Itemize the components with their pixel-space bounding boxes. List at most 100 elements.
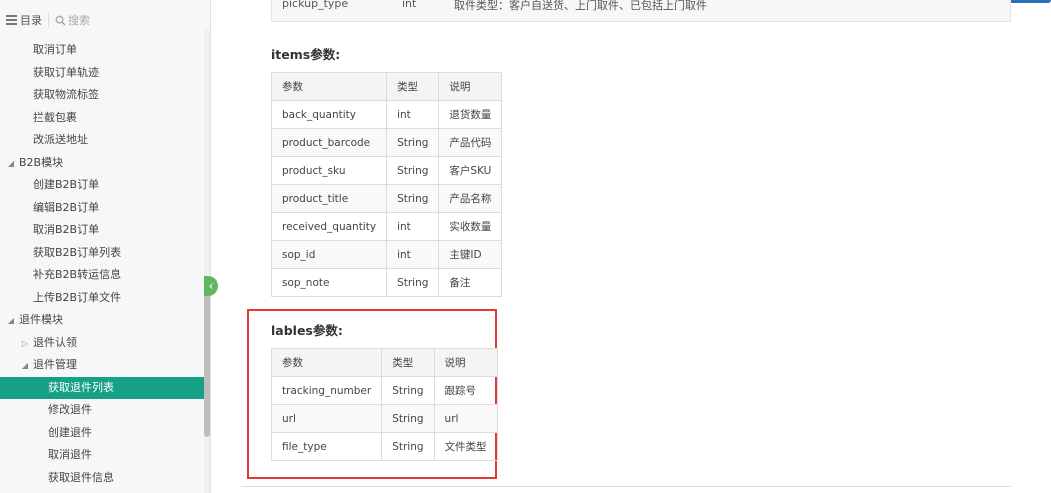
- tab-toc[interactable]: 目录: [6, 12, 42, 28]
- sidebar-item-label: 退件管理: [33, 358, 77, 371]
- toc-label: 目录: [20, 14, 42, 27]
- sidebar-item-label: 获取退件列表: [48, 380, 114, 394]
- table-row: sop_note String 备注: [270, 268, 503, 297]
- sidebar-item-label: B2B模块: [19, 155, 64, 169]
- table-cell: tracking_number: [270, 376, 383, 405]
- table-cell: url: [270, 404, 383, 433]
- sidebar-item[interactable]: 取消退件: [0, 444, 204, 466]
- caret-right-icon[interactable]: ▷: [20, 333, 30, 355]
- table-cell: product_sku: [270, 156, 388, 185]
- sidebar-item[interactable]: 获取订单轨迹: [0, 62, 204, 84]
- sidebar-item[interactable]: 获取B2B订单列表: [0, 242, 204, 264]
- table-cell: 退货数量: [438, 100, 503, 129]
- table-row: url String url: [270, 404, 498, 433]
- lables-section-title: lables参数:: [271, 323, 343, 338]
- sidebar-item-label: 取消订单: [33, 43, 77, 56]
- table-row: product_barcode String 产品代码: [270, 128, 503, 157]
- column-header: 类型: [381, 348, 435, 377]
- table-cell: pickup_type: [282, 0, 349, 10]
- search-input[interactable]: 搜索: [55, 12, 90, 28]
- table-row: file_type String 文件类型: [270, 432, 498, 461]
- divider: [48, 13, 49, 27]
- menu-icon: [6, 13, 17, 27]
- table-cell: 取件类型：客户自送货、上门取件、已包括上门取件: [454, 0, 707, 12]
- table-cell: sop_id: [270, 240, 388, 269]
- table-cell: sop_note: [270, 268, 388, 297]
- table-cell: 文件类型: [433, 432, 498, 461]
- items-section-title: items参数:: [271, 47, 341, 62]
- column-header: 参数: [270, 348, 383, 377]
- table-cell: String: [386, 184, 440, 213]
- sidebar-item[interactable]: ▷ 退件认领: [0, 332, 204, 354]
- sidebar-item-label: 编辑B2B订单: [33, 200, 100, 214]
- column-header: 类型: [386, 72, 440, 101]
- sidebar-header: 目录 搜索: [0, 9, 205, 31]
- sidebar-item[interactable]: 取消B2B订单: [0, 219, 204, 241]
- sidebar-item[interactable]: 上传B2B订单文件: [0, 287, 204, 309]
- table-cell: String: [381, 432, 435, 461]
- items-params-table: 参数 类型 说明 back_quantity int 退货数量 product_bar…: [270, 72, 503, 297]
- table-cell: 主键ID: [438, 240, 503, 269]
- table-cell: product_title: [270, 184, 388, 213]
- sidebar-item[interactable]: 获取退件列表: [0, 376, 204, 399]
- table-cell: back_quantity: [270, 100, 388, 129]
- caret-down-icon[interactable]: ◢: [6, 153, 16, 175]
- sidebar-item-label: 改派送地址: [33, 133, 88, 146]
- sidebar-item-label: 取消退件: [48, 448, 92, 461]
- sidebar-item-label: 获取订单轨迹: [33, 65, 99, 79]
- divider: [241, 486, 1011, 487]
- table-row: received_quantity int 实收数量: [270, 212, 503, 241]
- table-cell: 产品名称: [438, 184, 503, 213]
- sidebar-item[interactable]: 改派送地址: [0, 129, 204, 151]
- table-cell: 客户SKU: [438, 156, 503, 185]
- table-row: back_quantity int 退货数量: [270, 100, 503, 129]
- table-cell: String: [381, 404, 435, 433]
- table-cell: 产品代码: [438, 128, 503, 157]
- sidebar-item[interactable]: ◢ B2B模块: [0, 152, 204, 174]
- table-row: product_title String 产品名称: [270, 184, 503, 213]
- table-cell: int: [402, 0, 417, 10]
- sidebar-item-label: 退件模块: [19, 313, 63, 326]
- sidebar-item-label: 获取B2B订单列表: [33, 245, 122, 259]
- sidebar-item[interactable]: 获取退件信息: [0, 467, 204, 489]
- table-cell: String: [381, 376, 435, 405]
- table-cell: int: [386, 240, 440, 269]
- search-icon: [55, 15, 66, 26]
- column-header: 说明: [433, 348, 498, 377]
- sidebar-item-label: 拦截包裹: [33, 110, 77, 124]
- table-cell: String: [386, 156, 440, 185]
- table-cell: 备注: [438, 268, 503, 297]
- sidebar-item-label: 获取物流标签: [33, 88, 99, 101]
- sidebar-item[interactable]: 编辑B2B订单: [0, 197, 204, 219]
- column-header: 参数: [270, 72, 388, 101]
- sidebar-item[interactable]: 取消订单: [0, 39, 204, 61]
- table-cell: url: [433, 404, 498, 433]
- previous-table-row: pickup_type int 取件类型：客户自送货、上门取件、已包括上门取件: [271, 0, 1011, 22]
- sidebar-item[interactable]: ◢ 退件模块: [0, 309, 204, 331]
- sidebar-item[interactable]: 获取物流标签: [0, 84, 204, 106]
- table-cell: file_type: [270, 432, 383, 461]
- table-cell: product_barcode: [270, 128, 388, 157]
- table-row: tracking_number String 跟踪号: [270, 376, 498, 405]
- main-content: pickup_type int 取件类型：客户自送货、上门取件、已包括上门取件 …: [211, 0, 1051, 493]
- sidebar-item-label: 补充B2B转运信息: [33, 268, 122, 281]
- table-cell: int: [386, 212, 440, 241]
- sidebar-item[interactable]: 创建退件: [0, 422, 204, 444]
- table-row: product_sku String 客户SKU: [270, 156, 503, 185]
- toolbar-button[interactable]: [1009, 0, 1051, 3]
- sidebar-item-label: 修改退件: [48, 403, 92, 416]
- sidebar-item[interactable]: ◢ 退件管理: [0, 354, 204, 376]
- sidebar: 目录 搜索 取消订单 获取订单轨迹 获取物流标签 拦截包裹 改派送地址 ◢ B2B模块 创建B…: [0, 0, 211, 493]
- sidebar-item-label: 创建B2B订单: [33, 178, 100, 191]
- caret-down-icon[interactable]: ◢: [20, 355, 30, 377]
- sidebar-item[interactable]: 拦截包裹: [0, 107, 204, 129]
- table-cell: String: [386, 268, 440, 297]
- sidebar-item[interactable]: 补充B2B转运信息: [0, 264, 204, 286]
- table-cell: int: [386, 100, 440, 129]
- table-cell: received_quantity: [270, 212, 388, 241]
- sidebar-item[interactable]: 创建B2B订单: [0, 174, 204, 196]
- caret-down-icon[interactable]: ◢: [6, 310, 16, 332]
- table-cell: String: [386, 128, 440, 157]
- sidebar-item[interactable]: 修改退件: [0, 399, 204, 421]
- sidebar-scrollbar-thumb[interactable]: [204, 282, 210, 437]
